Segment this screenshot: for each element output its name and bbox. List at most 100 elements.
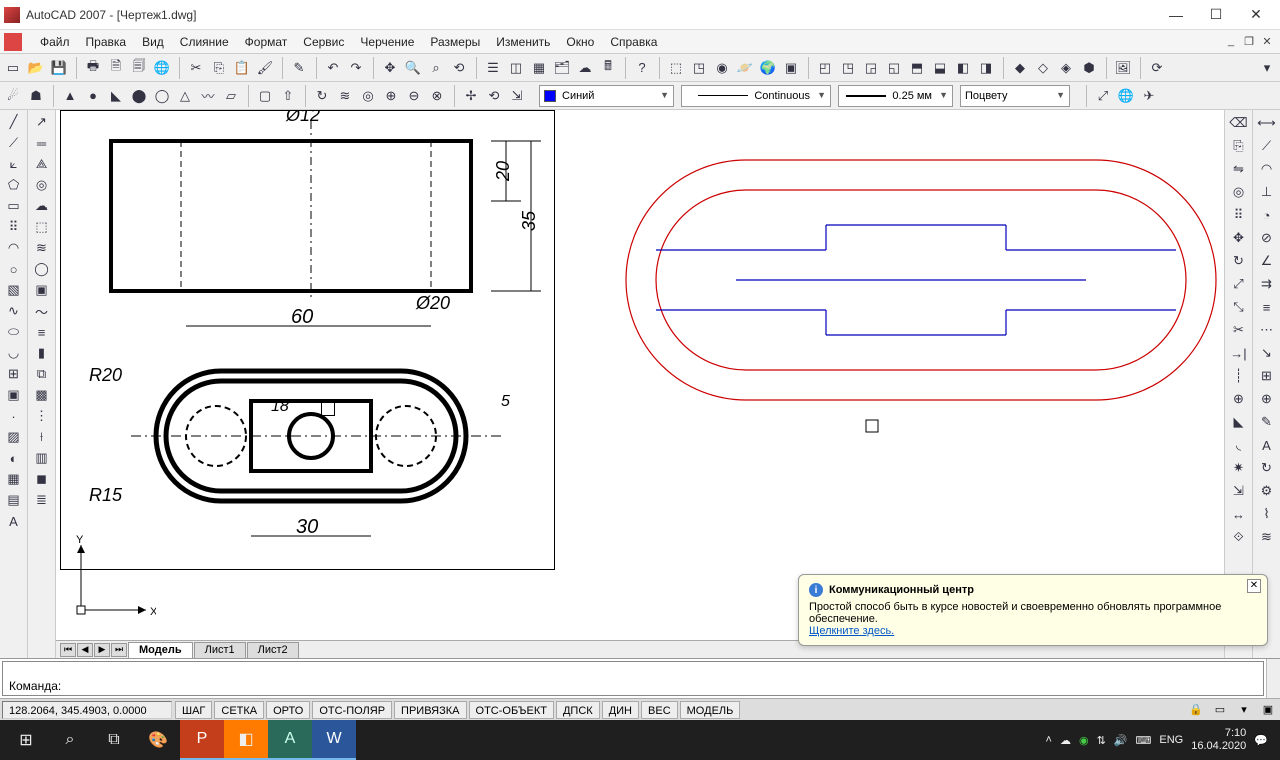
snap-toggle[interactable]: ШАГ — [175, 701, 212, 719]
sphere2-icon[interactable]: ● — [82, 85, 104, 107]
sheet-set-icon[interactable]: 🗂 — [551, 57, 573, 79]
3dmove-icon[interactable]: ✢ — [460, 85, 482, 107]
union-icon[interactable]: ⊕ — [380, 85, 402, 107]
menu-draw[interactable]: Черчение — [352, 33, 422, 51]
cube-extrude-icon[interactable]: ⬢ — [1078, 57, 1100, 79]
solid-icon[interactable]: ▮ — [31, 343, 53, 363]
properties-icon[interactable]: ☰ — [482, 57, 504, 79]
cut-icon[interactable]: ✂ — [185, 57, 207, 79]
mdi-restore[interactable]: ❐ — [1242, 35, 1256, 49]
dim-angular-icon[interactable]: ∠ — [1256, 250, 1278, 272]
polar-toggle[interactable]: ОТС-ПОЛЯР — [312, 701, 392, 719]
spline2-icon[interactable]: 〜 — [31, 301, 53, 321]
trace-icon[interactable]: ≡ — [31, 322, 53, 342]
revcloud-icon[interactable]: ☁ — [31, 196, 53, 216]
erase-icon[interactable]: ⌫ — [1228, 112, 1250, 134]
extend-icon[interactable]: →| — [1228, 342, 1250, 364]
extrude-icon[interactable]: ⇧ — [277, 85, 299, 107]
cleanscreen-icon[interactable]: ▣ — [1257, 701, 1279, 719]
mtext-icon[interactable]: ≣ — [31, 490, 53, 510]
dim-center-icon[interactable]: ⊕ — [1256, 388, 1278, 410]
pedit-icon[interactable]: ⟐ — [1228, 526, 1250, 548]
dim-edit-icon[interactable]: ✎ — [1256, 411, 1278, 433]
trim-icon[interactable]: ✂ — [1228, 319, 1250, 341]
view-right-icon[interactable]: ◨ — [975, 57, 997, 79]
dim-continue-icon[interactable]: ⋯ — [1256, 319, 1278, 341]
measure-icon[interactable]: ⟊ — [31, 427, 53, 447]
language-indicator[interactable]: ENG — [1159, 734, 1183, 746]
torus-icon[interactable]: ◯ — [151, 85, 173, 107]
dim-quick-icon[interactable]: ⇉ — [1256, 273, 1278, 295]
onedrive-icon[interactable]: ☁ — [1060, 734, 1071, 747]
image-icon[interactable]: 🖼 — [1112, 57, 1134, 79]
powerpoint-icon[interactable]: P — [180, 720, 224, 760]
paste-icon[interactable]: 📋 — [231, 57, 253, 79]
linetype-dropdown[interactable]: Continuous ▼ — [681, 85, 831, 107]
dim-leader-icon[interactable]: ↘ — [1256, 342, 1278, 364]
dim-diameter-icon[interactable]: ⊘ — [1256, 227, 1278, 249]
dim-linear-icon[interactable]: ⟷ — [1256, 112, 1278, 134]
planet1-icon[interactable]: 🪐 — [734, 57, 756, 79]
join-icon[interactable]: ⊕ — [1228, 388, 1250, 410]
new-icon[interactable]: ▭ — [2, 57, 24, 79]
region2-icon[interactable]: ▦ — [3, 469, 25, 489]
zoom-window-icon[interactable]: ⌕ — [425, 57, 447, 79]
menu-modify[interactable]: Изменить — [488, 33, 558, 51]
copy2-icon[interactable]: ⎘ — [1228, 135, 1250, 157]
cylinder-icon[interactable]: ⬤ — [128, 85, 150, 107]
tray-up-icon[interactable]: ˄ — [1046, 734, 1052, 746]
menu-tools[interactable]: Сервис — [295, 33, 352, 51]
render-icon[interactable]: ▣ — [780, 57, 802, 79]
pline-icon[interactable]: ⟀ — [3, 154, 25, 174]
menu-dimension[interactable]: Размеры — [422, 33, 488, 51]
view-sw-icon[interactable]: ◱ — [883, 57, 905, 79]
array2-icon[interactable]: ⠿ — [1228, 204, 1250, 226]
lengthen-icon[interactable]: ↔ — [1228, 503, 1250, 525]
ucs2-icon[interactable]: ⤢ — [1092, 85, 1114, 107]
tab-last[interactable]: ⏭ — [111, 643, 127, 657]
layer-move-icon[interactable]: ☗ — [25, 85, 47, 107]
gradient-icon[interactable]: ◐ — [3, 448, 25, 468]
open-icon[interactable]: 📂 — [25, 57, 47, 79]
publish-web-icon[interactable]: 🌐 — [151, 57, 173, 79]
dim-tedit-icon[interactable]: A — [1256, 434, 1278, 456]
box-icon[interactable]: ◳ — [688, 57, 710, 79]
matchprop-icon[interactable]: 🖌 — [254, 57, 276, 79]
color-dropdown[interactable]: Синий ▼ — [539, 85, 674, 107]
ellipse-icon[interactable]: ⬭ — [3, 322, 25, 342]
osnap-toggle[interactable]: ПРИВЯЗКА — [394, 701, 466, 719]
revolve-icon[interactable]: ↻ — [311, 85, 333, 107]
system-tray[interactable]: ˄ ☁ ◉ ⇅ 🔊 ⌨ ENG 7:10 16.04.2020 💬 — [1046, 727, 1276, 753]
popup-close-button[interactable]: ✕ — [1247, 579, 1261, 593]
plot-preview-icon[interactable]: 🗎 — [105, 57, 127, 79]
refresh-icon[interactable]: ⟳ — [1146, 57, 1168, 79]
ray-icon[interactable]: ↗ — [31, 112, 53, 132]
view-left-icon[interactable]: ◧ — [952, 57, 974, 79]
rotate-icon[interactable]: ↻ — [1228, 250, 1250, 272]
offset-icon[interactable]: ◎ — [1228, 181, 1250, 203]
menu-help[interactable]: Справка — [602, 33, 665, 51]
point-icon[interactable]: · — [3, 406, 25, 426]
intersect-icon[interactable]: ⊗ — [426, 85, 448, 107]
volume-icon[interactable]: 🔊 — [1114, 734, 1128, 747]
zoom-previous-icon[interactable]: ⟲ — [448, 57, 470, 79]
sphere-icon[interactable]: ◉ — [711, 57, 733, 79]
cube-subtract-icon[interactable]: ◇ — [1032, 57, 1054, 79]
ducs-toggle[interactable]: ДПСК — [556, 701, 600, 719]
menu-format[interactable]: Формат — [237, 33, 296, 51]
markup-icon[interactable]: ☁ — [574, 57, 596, 79]
wifi-icon[interactable]: ⇅ — [1097, 734, 1106, 747]
pan-icon[interactable]: ✥ — [379, 57, 401, 79]
explode-icon[interactable]: ✷ — [1228, 457, 1250, 479]
xref-icon[interactable]: ⧉ — [31, 364, 53, 384]
menu-window[interactable]: Окно — [558, 33, 602, 51]
view-top-icon[interactable]: ⬒ — [906, 57, 928, 79]
app-menu-icon[interactable] — [4, 33, 22, 51]
divide-icon[interactable]: ⋮ — [31, 406, 53, 426]
dim-style-icon[interactable]: ⚙ — [1256, 480, 1278, 502]
3drotate-icon[interactable]: ⟲ — [483, 85, 505, 107]
breakline-icon[interactable]: ≋ — [31, 238, 53, 258]
cone-icon[interactable]: ▲ — [59, 85, 81, 107]
tab-model[interactable]: Модель — [128, 642, 193, 658]
hatch-icon[interactable]: ▨ — [3, 427, 25, 447]
